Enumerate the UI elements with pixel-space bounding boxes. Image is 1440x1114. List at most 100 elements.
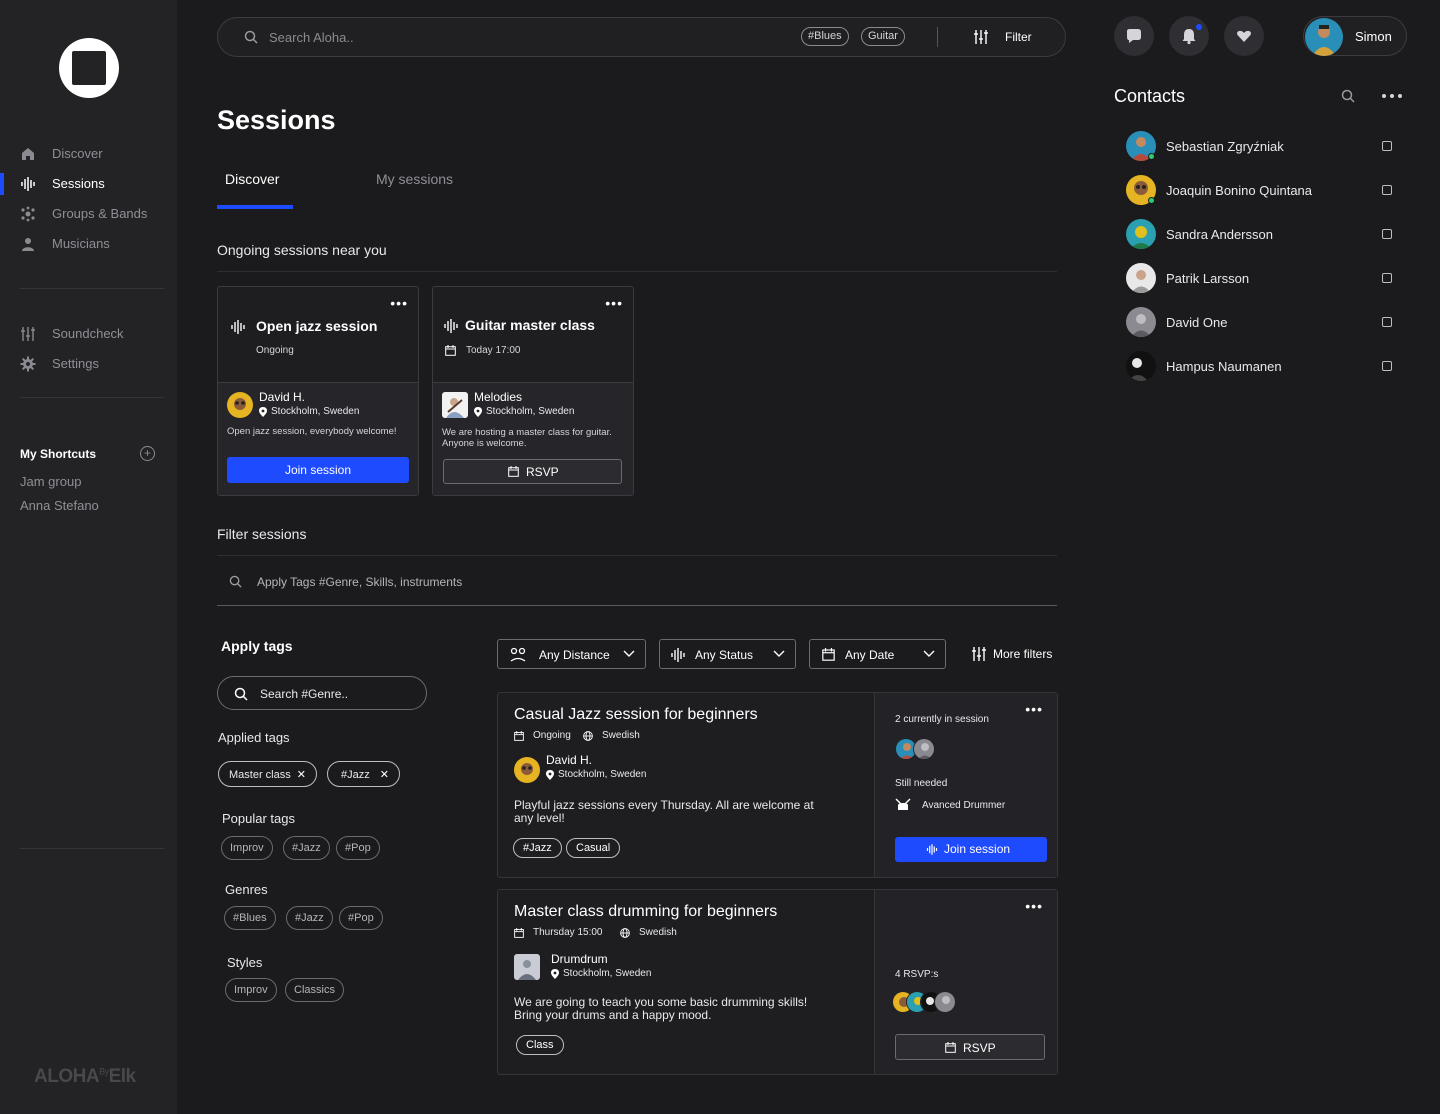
status-dropdown[interactable]: Any Status	[659, 639, 796, 669]
sidebar-item-musicians[interactable]: Musicians	[0, 228, 177, 258]
contact-item[interactable]: David One	[1126, 307, 1396, 339]
sidebar-item-label: Sessions	[52, 176, 105, 191]
page-title: Sessions	[217, 105, 336, 135]
join-label: Join session	[944, 842, 1011, 856]
brand-by: By	[99, 1066, 109, 1077]
more-options-icon[interactable]	[1381, 93, 1403, 99]
contact-avatar	[1126, 307, 1156, 337]
contact-item[interactable]: Hampus Naumanen	[1126, 351, 1396, 383]
card-header: ••• Open jazz session Ongoing	[218, 287, 418, 383]
remove-tag-icon[interactable]: ✕	[380, 769, 389, 781]
genre-search-input[interactable]: Search #Genre..	[217, 676, 427, 710]
participant-avatar	[934, 991, 956, 1013]
session-tag[interactable]: Casual	[566, 838, 621, 858]
more-options-icon[interactable]: •••	[605, 295, 623, 311]
waveform-icon	[926, 844, 938, 855]
sidebar-item-label: Settings	[52, 356, 99, 371]
sidebar-item-sessions[interactable]: Sessions	[0, 168, 177, 198]
online-indicator	[1148, 153, 1155, 160]
sidebar-divider	[20, 397, 164, 398]
chevron-down-icon	[773, 650, 785, 657]
add-shortcut-button[interactable]: +	[140, 446, 155, 461]
contact-checkbox[interactable]	[1382, 317, 1392, 327]
rsvp-button[interactable]: RSVP	[895, 1034, 1045, 1060]
search-input[interactable]: Search Aloha..	[269, 30, 354, 45]
applied-tag[interactable]: Master class ✕	[218, 761, 317, 787]
calendar-icon	[822, 648, 835, 661]
host-name: David H.	[546, 753, 593, 767]
user-profile-button[interactable]: Simon	[1303, 16, 1407, 56]
session-tag[interactable]: #Jazz	[513, 838, 562, 858]
tab-discover[interactable]: Discover	[225, 171, 279, 187]
join-session-button[interactable]: Join session	[227, 457, 409, 483]
calendar-icon	[508, 466, 519, 477]
date-dropdown[interactable]: Any Date	[809, 639, 946, 669]
style-tag[interactable]: Improv	[225, 978, 277, 1002]
ongoing-session-card[interactable]: ••• Guitar master class Today 17:00 Melo…	[432, 286, 634, 496]
rsvp-count-label: 4 RSVP:s	[895, 969, 939, 980]
shortcut-item[interactable]: Jam group	[20, 474, 81, 489]
contact-item[interactable]: Joaquin Bonino Quintana	[1126, 175, 1396, 207]
waveform-icon	[231, 320, 245, 334]
rsvp-button[interactable]: RSVP	[443, 459, 622, 484]
chevron-down-icon	[923, 650, 935, 657]
search-icon	[244, 30, 258, 44]
location-text: Stockholm, Sweden	[486, 406, 575, 417]
more-options-icon[interactable]: •••	[390, 295, 408, 311]
tab-my-sessions[interactable]: My sessions	[376, 171, 453, 187]
location-text: Stockholm, Sweden	[271, 406, 360, 417]
contact-checkbox[interactable]	[1382, 273, 1392, 283]
session-title: Casual Jazz session for beginners	[514, 706, 758, 723]
messages-button[interactable]	[1114, 16, 1154, 56]
session-card[interactable]: Casual Jazz session for beginners Ongoin…	[497, 692, 1058, 878]
groups-icon	[21, 206, 35, 222]
more-options-icon[interactable]: •••	[1025, 898, 1043, 914]
contact-checkbox[interactable]	[1382, 141, 1392, 151]
search-chip[interactable]: Guitar	[861, 27, 905, 46]
shortcut-item[interactable]: Anna Stefano	[20, 498, 99, 513]
contact-item[interactable]: Sandra Andersson	[1126, 219, 1396, 251]
search-separator	[937, 27, 938, 47]
contact-checkbox[interactable]	[1382, 229, 1392, 239]
genres-title: Genres	[225, 882, 268, 897]
join-session-button[interactable]: Join session	[895, 837, 1047, 862]
style-tag[interactable]: Classics	[285, 978, 344, 1002]
sidebar-item-soundcheck[interactable]: Soundcheck	[0, 318, 177, 348]
applied-tag[interactable]: #Jazz ✕	[327, 761, 400, 787]
session-tag[interactable]: Class	[516, 1035, 564, 1055]
search-icon	[229, 575, 242, 588]
contact-item[interactable]: Patrik Larsson	[1126, 263, 1396, 295]
more-options-icon[interactable]: •••	[1025, 701, 1043, 717]
genre-tag[interactable]: #Blues	[224, 906, 276, 930]
search-icon[interactable]	[1341, 89, 1355, 103]
notifications-button[interactable]	[1169, 16, 1209, 56]
home-icon	[22, 148, 34, 160]
search-chip[interactable]: #Blues	[801, 27, 849, 46]
sidebar-item-settings[interactable]: Settings	[0, 348, 177, 378]
genre-tag[interactable]: #Jazz	[286, 906, 333, 930]
sidebar-item-discover[interactable]: Discover	[0, 138, 177, 168]
popular-tag[interactable]: Improv	[221, 836, 273, 860]
session-card[interactable]: Master class drumming for beginners Thur…	[497, 889, 1058, 1075]
contact-checkbox[interactable]	[1382, 361, 1392, 371]
session-description: Open jazz session, everybody welcome!	[227, 426, 397, 437]
session-status: Ongoing	[256, 345, 294, 356]
app-logo[interactable]	[59, 38, 119, 98]
ongoing-session-card[interactable]: ••• Open jazz session Ongoing David H. S…	[217, 286, 419, 496]
popular-tag[interactable]: #Pop	[336, 836, 380, 860]
contact-item[interactable]: Sebastian Zgryźniak	[1126, 131, 1396, 163]
user-avatar	[1305, 18, 1343, 56]
sidebar-item-groups[interactable]: Groups & Bands	[0, 198, 177, 228]
online-indicator	[1148, 197, 1155, 204]
session-description: Playful jazz sessions every Thursday. Al…	[514, 798, 814, 825]
contact-avatar	[1126, 263, 1156, 293]
tag-filter-input[interactable]: Apply Tags #Genre, Skills, instruments	[217, 560, 1057, 606]
global-search[interactable]: Search Aloha.. #Blues Guitar Filter	[217, 17, 1066, 57]
favorites-button[interactable]	[1224, 16, 1264, 56]
contact-checkbox[interactable]	[1382, 185, 1392, 195]
genre-tag[interactable]: #Pop	[339, 906, 383, 930]
more-filters-button[interactable]: More filters	[971, 646, 1052, 667]
remove-tag-icon[interactable]: ✕	[297, 769, 306, 781]
distance-dropdown[interactable]: Any Distance	[497, 639, 646, 669]
popular-tag[interactable]: #Jazz	[283, 836, 330, 860]
